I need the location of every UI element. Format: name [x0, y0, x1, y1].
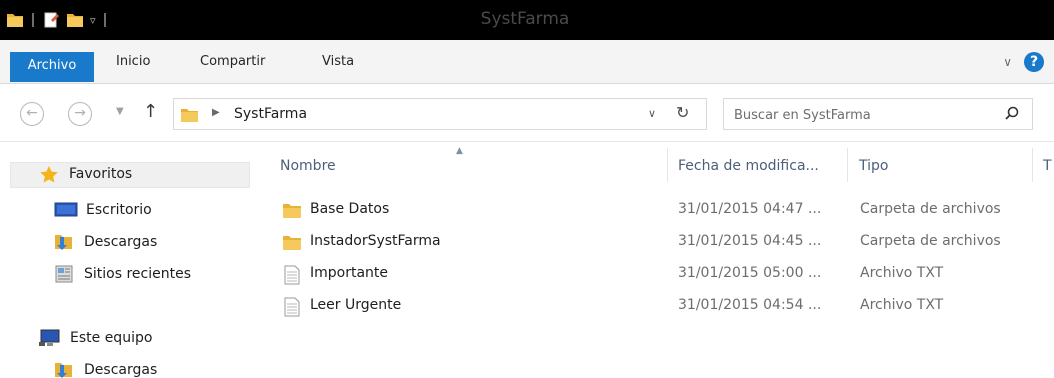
column-divider[interactable]: [667, 148, 668, 182]
file-type: Carpeta de archivos: [860, 233, 1001, 249]
folder-icon: [282, 201, 302, 221]
file-name[interactable]: Base Datos: [310, 201, 389, 217]
breadcrumb-arrow-icon[interactable]: ▶: [212, 107, 220, 118]
file-date: 31/01/2015 04:47 ...: [678, 201, 822, 217]
file-name[interactable]: Importante: [310, 265, 388, 281]
table-row[interactable]: Leer Urgente 31/01/2015 04:54 ... Archiv…: [262, 292, 1054, 322]
column-header-nombre[interactable]: Nombre: [280, 152, 336, 180]
computer-icon: [38, 328, 62, 348]
tab-archivo[interactable]: Archivo: [10, 52, 94, 82]
table-row[interactable]: Base Datos 31/01/2015 04:47 ... Carpeta …: [262, 196, 1054, 226]
tab-vista[interactable]: Vista: [322, 50, 354, 74]
column-header-tamano[interactable]: T: [1043, 152, 1052, 180]
search-input[interactable]: [734, 105, 984, 125]
sidebar-item-este-equipo[interactable]: Este equipo: [38, 326, 152, 350]
address-dropdown-icon[interactable]: ∨: [648, 107, 656, 120]
file-type: Carpeta de archivos: [860, 201, 1001, 217]
navigation-pane: Favoritos Escritorio Descargas Sitios re…: [0, 142, 262, 378]
ribbon: Archivo Inicio Compartir Vista ∨ ?: [0, 40, 1054, 84]
column-header-fecha[interactable]: Fecha de modifica...: [678, 152, 819, 180]
tab-compartir[interactable]: Compartir: [200, 50, 265, 74]
file-type: Archivo TXT: [860, 265, 944, 281]
sidebar-item-label: Favoritos: [69, 166, 133, 182]
forward-arrow-icon[interactable]: →: [68, 102, 92, 126]
file-type: Archivo TXT: [860, 297, 944, 313]
text-file-icon: [282, 297, 302, 317]
column-header-tipo[interactable]: Tipo: [859, 152, 888, 180]
file-list: ▲ Nombre Fecha de modifica... Tipo T Bas…: [262, 142, 1054, 378]
navigation-bar: ← → ▼ ↑ ▶ SystFarma ∨ ↻: [0, 84, 1054, 142]
text-file-icon: [282, 265, 302, 285]
column-divider[interactable]: [847, 148, 848, 182]
back-arrow-icon[interactable]: ←: [20, 102, 44, 126]
file-name[interactable]: InstadorSystFarma: [310, 233, 441, 249]
sidebar-item-descargas-equipo[interactable]: Descargas: [54, 358, 157, 378]
sidebar-item-label: Descargas: [84, 234, 158, 250]
sidebar-item-favoritos[interactable]: Favoritos: [10, 162, 250, 188]
sidebar-item-label: Sitios recientes: [84, 266, 191, 282]
recent-locations-icon[interactable]: ▼: [116, 106, 124, 117]
table-row[interactable]: InstadorSystFarma 31/01/2015 04:45 ... C…: [262, 228, 1054, 258]
title-bar: ▿ SystFarma: [0, 0, 1054, 40]
file-date: 31/01/2015 04:45 ...: [678, 233, 822, 249]
downloads-icon: [54, 232, 76, 252]
column-divider[interactable]: [1032, 148, 1033, 182]
sidebar-item-label: Este equipo: [70, 330, 153, 346]
window-title: SystFarma: [480, 9, 570, 29]
star-icon: [39, 165, 59, 185]
search-icon[interactable]: [1004, 105, 1020, 121]
file-date: 31/01/2015 05:00 ...: [678, 265, 822, 281]
sort-ascending-icon: ▲: [456, 146, 463, 156]
help-icon[interactable]: ?: [1024, 52, 1044, 72]
expand-ribbon-icon[interactable]: ∨: [1003, 55, 1012, 69]
sidebar-item-descargas[interactable]: Descargas: [54, 230, 157, 254]
search-box[interactable]: [723, 98, 1033, 130]
up-arrow-icon[interactable]: ↑: [143, 101, 158, 122]
address-bar[interactable]: ▶ SystFarma ∨ ↻: [173, 98, 707, 130]
sidebar-item-label: Escritorio: [86, 202, 152, 218]
ribbon-controls: ∨ ?: [1003, 52, 1044, 72]
desktop-icon: [54, 201, 78, 219]
downloads-icon: [54, 360, 76, 378]
file-name[interactable]: Leer Urgente: [310, 297, 401, 313]
file-date: 31/01/2015 04:54 ...: [678, 297, 822, 313]
recent-places-icon: [54, 264, 76, 284]
breadcrumb-systfarma[interactable]: SystFarma: [234, 106, 307, 122]
folder-icon: [180, 106, 200, 124]
refresh-icon[interactable]: ↻: [676, 103, 689, 122]
sidebar-item-label: Descargas: [84, 362, 158, 378]
table-row[interactable]: Importante 31/01/2015 05:00 ... Archivo …: [262, 260, 1054, 290]
tab-inicio[interactable]: Inicio: [116, 50, 150, 74]
sidebar-item-sitios-recientes[interactable]: Sitios recientes: [54, 262, 191, 286]
sidebar-item-escritorio[interactable]: Escritorio: [54, 198, 152, 222]
folder-icon: [282, 233, 302, 253]
